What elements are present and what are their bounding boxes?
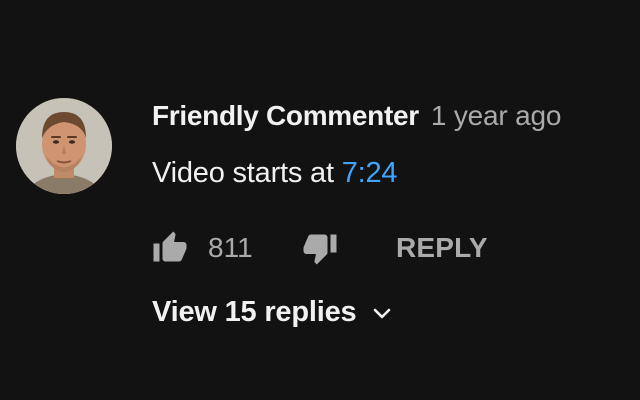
- dislike-button[interactable]: [302, 230, 338, 266]
- reply-button[interactable]: REPLY: [396, 232, 488, 264]
- thumbs-down-icon: [303, 234, 337, 265]
- comment-thread: Friendly Commenter 1 year ago Video star…: [0, 0, 640, 400]
- view-replies-label: View 15 replies: [152, 296, 357, 328]
- comment-actions: 811 REPLY: [152, 226, 488, 270]
- avatar[interactable]: [16, 98, 112, 194]
- chevron-down-icon: [370, 301, 394, 325]
- comment-timestamp[interactable]: 1 year ago: [431, 100, 562, 132]
- view-replies-button[interactable]: View 15 replies: [152, 296, 394, 329]
- avatar-portrait-image: [16, 98, 112, 194]
- thumbs-up-icon: [153, 231, 187, 262]
- like-count: 811: [208, 232, 253, 263]
- comment-text-prefix: Video starts at: [152, 157, 342, 189]
- video-timestamp-link[interactable]: 7:24: [342, 157, 398, 189]
- comment-header: Friendly Commenter 1 year ago: [152, 100, 561, 140]
- author-name[interactable]: Friendly Commenter: [152, 100, 419, 132]
- comment-text: Video starts at 7:24: [152, 157, 398, 190]
- like-button[interactable]: [152, 230, 188, 266]
